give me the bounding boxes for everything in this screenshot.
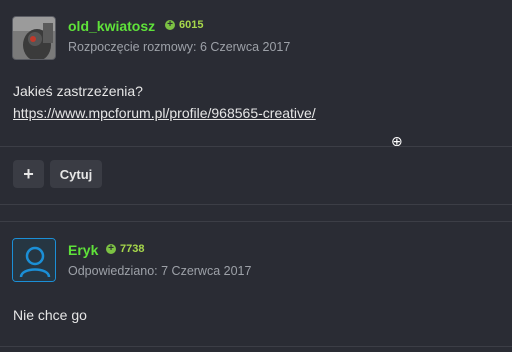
quote-button[interactable]: Cytuj bbox=[50, 160, 102, 188]
zoom-cursor-icon: ⊕ bbox=[391, 133, 403, 149]
avatar-eryk[interactable] bbox=[12, 238, 56, 282]
avatar-old-kwiatosz[interactable] bbox=[12, 16, 56, 60]
reputation-badge: + 6015 bbox=[165, 19, 203, 31]
reputation-count: 7738 bbox=[120, 243, 145, 255]
post-link[interactable]: https://www.mpcforum.pl/profile/968565-c… bbox=[13, 105, 316, 121]
post-old-kwiatosz: old_kwiatosz + 6015 Rozpoczęcie rozmowy:… bbox=[0, 0, 512, 149]
post-date: Odpowiedziano: 7 Czerwca 2017 bbox=[68, 264, 252, 278]
reputation-count: 6015 bbox=[179, 19, 204, 31]
post-text: Jakieś zastrzeżenia? bbox=[13, 83, 143, 99]
add-button[interactable]: + bbox=[13, 160, 44, 188]
reputation-badge: + 7738 bbox=[106, 243, 144, 255]
divider bbox=[0, 346, 512, 347]
post-date: Rozpoczęcie rozmowy: 6 Czerwca 2017 bbox=[68, 40, 291, 54]
divider bbox=[0, 204, 512, 205]
user-icon bbox=[13, 239, 55, 281]
plus-circle-icon: + bbox=[165, 20, 175, 30]
plus-circle-icon: + bbox=[106, 244, 116, 254]
divider bbox=[0, 146, 512, 147]
username[interactable]: Eryk bbox=[68, 242, 98, 258]
username[interactable]: old_kwiatosz bbox=[68, 18, 155, 34]
post-text: Nie chce go bbox=[13, 307, 87, 323]
post-eryk: Eryk + 7738 Odpowiedziano: 7 Czerwca 201… bbox=[0, 222, 512, 352]
